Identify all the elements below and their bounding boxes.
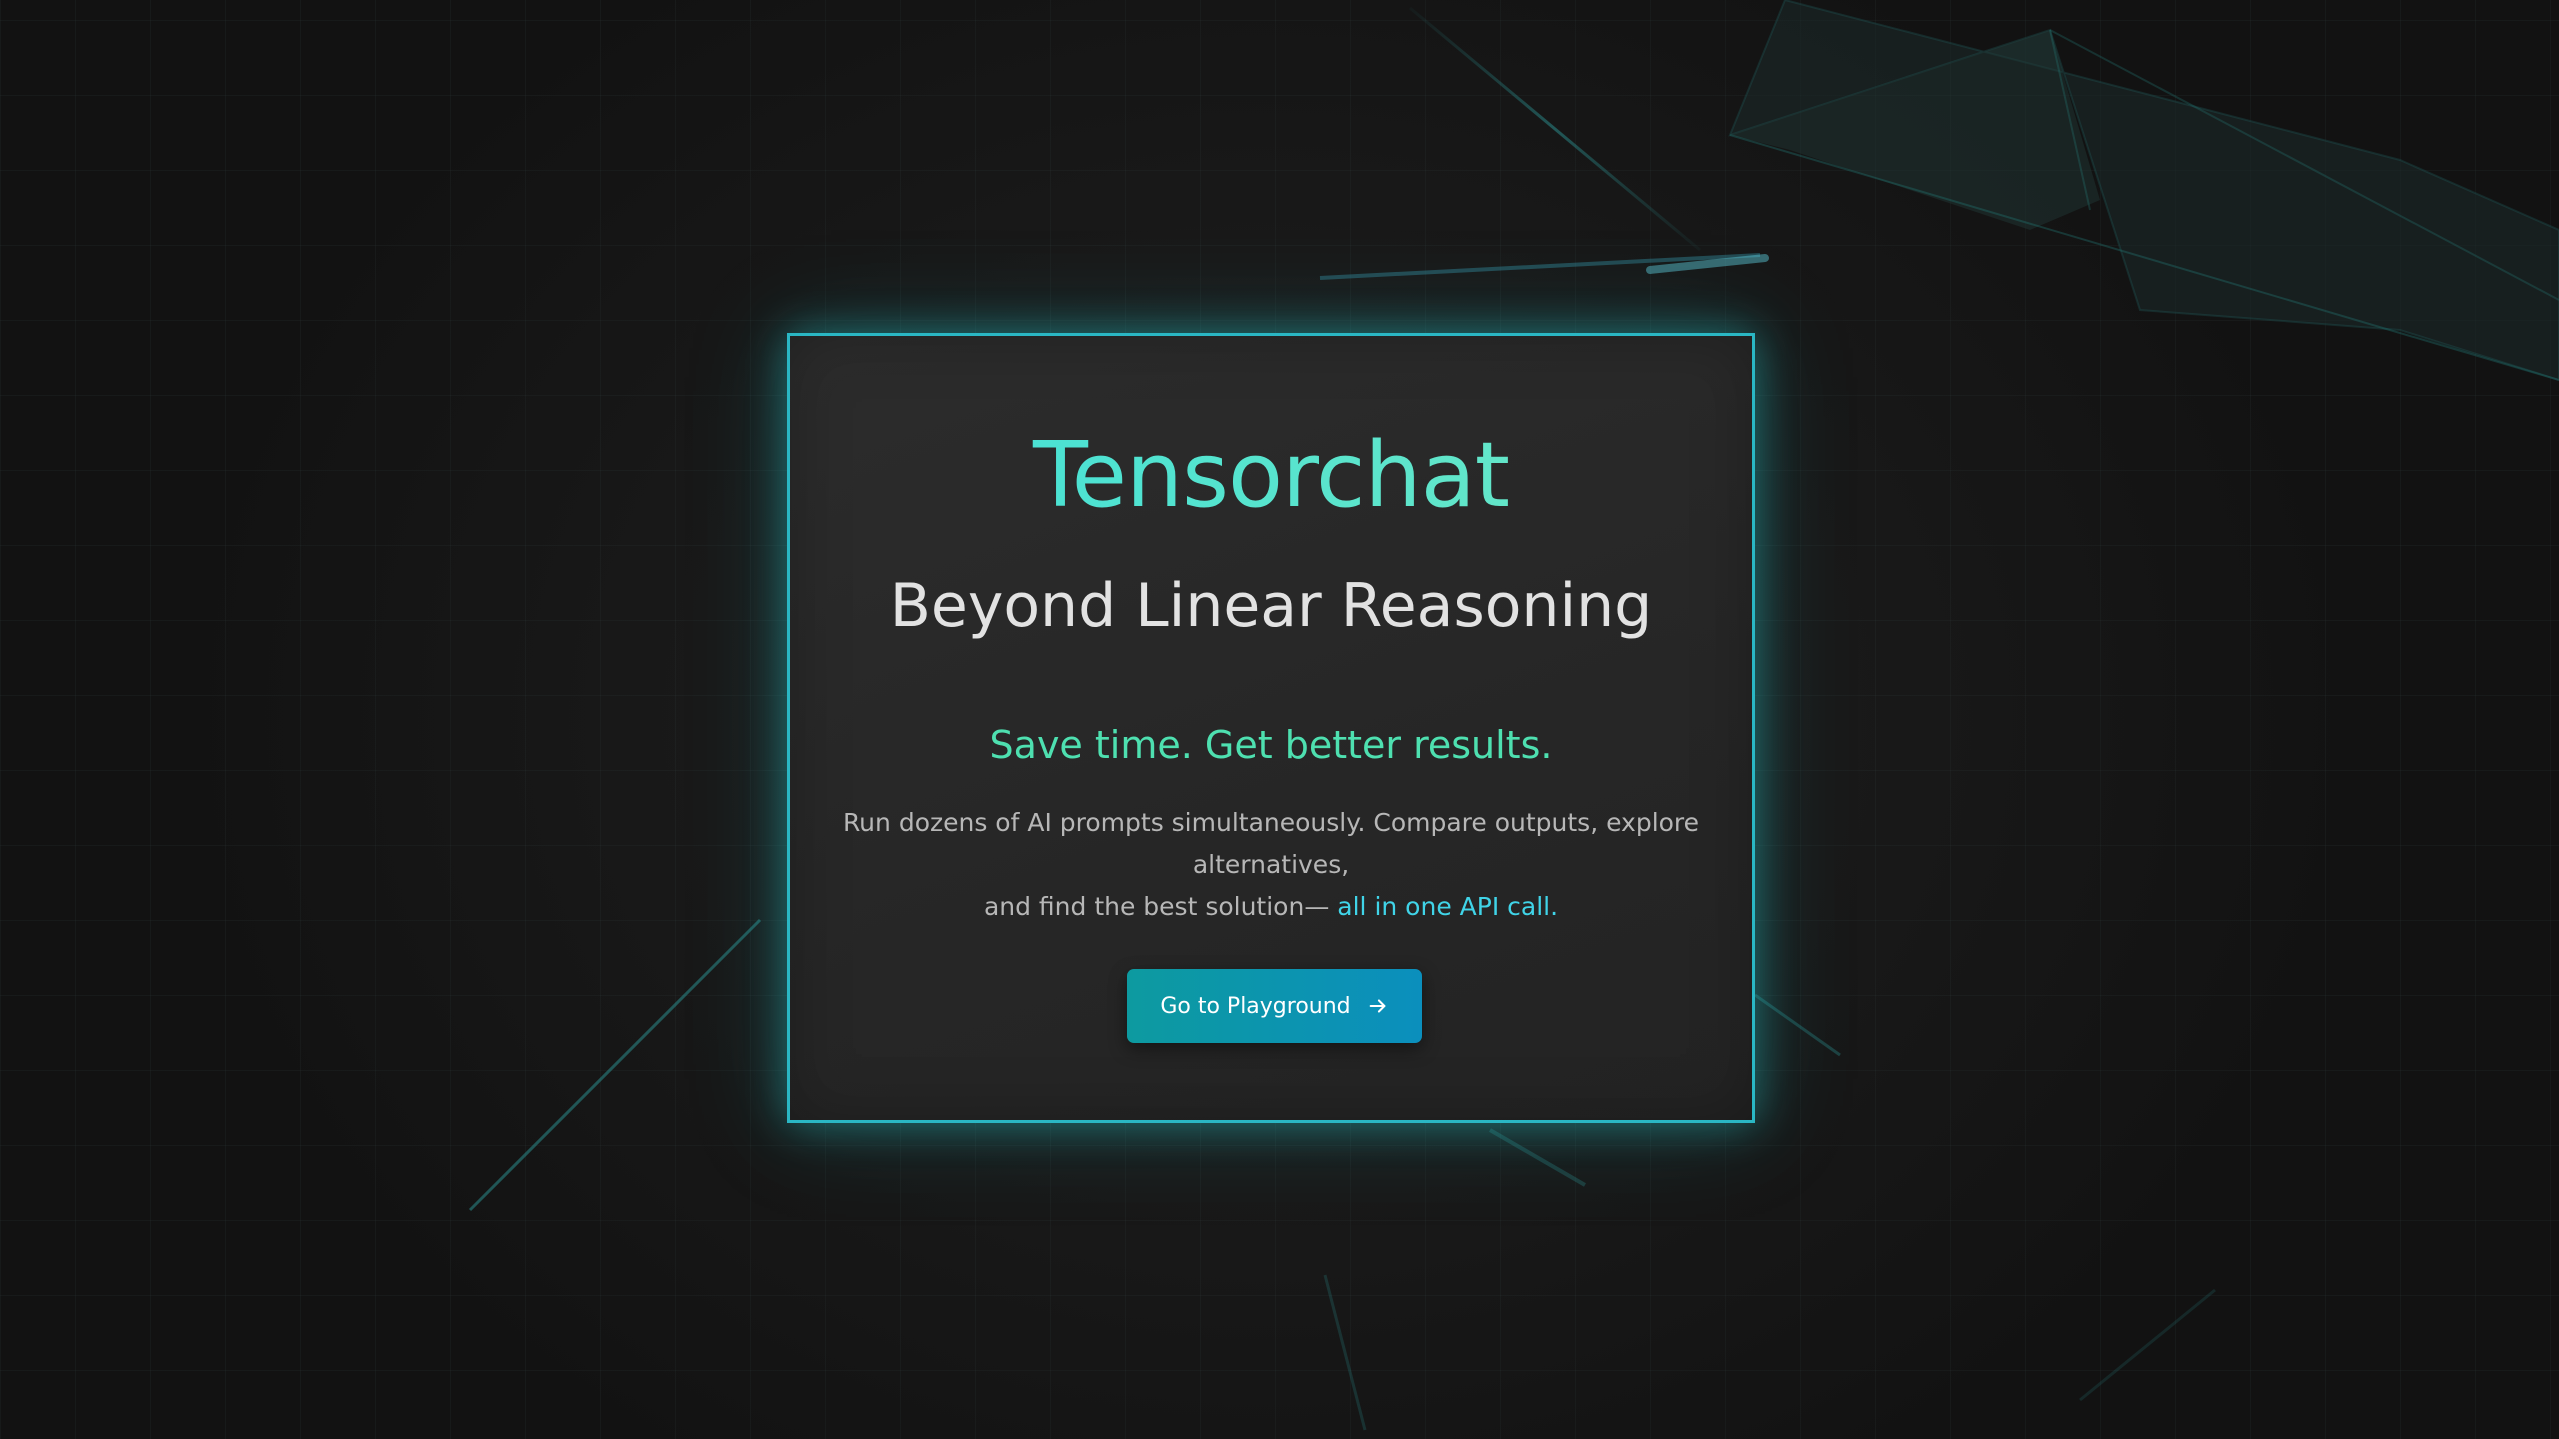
hero-headline: Beyond Linear Reasoning [889,571,1653,641]
hero-tagline: Save time. Get better results. [989,723,1553,767]
hero-description: Run dozens of AI prompts simultaneously.… [820,802,1722,928]
go-to-playground-label: Go to Playground [1160,993,1351,1019]
description-line-2: and find the best solution— [983,892,1338,921]
go-to-playground-button[interactable]: Go to Playground [1127,969,1422,1043]
landing-page: Tensorchat Beyond Linear Reasoning Save … [0,0,2559,1439]
description-highlight: all in one API call. [1337,892,1559,921]
arrow-right-icon [1369,999,1386,1013]
hero-card: Tensorchat Beyond Linear Reasoning Save … [787,333,1755,1123]
description-line-1: Run dozens of AI prompts simultaneously.… [842,808,1700,879]
brand-title: Tensorchat [790,431,1752,521]
